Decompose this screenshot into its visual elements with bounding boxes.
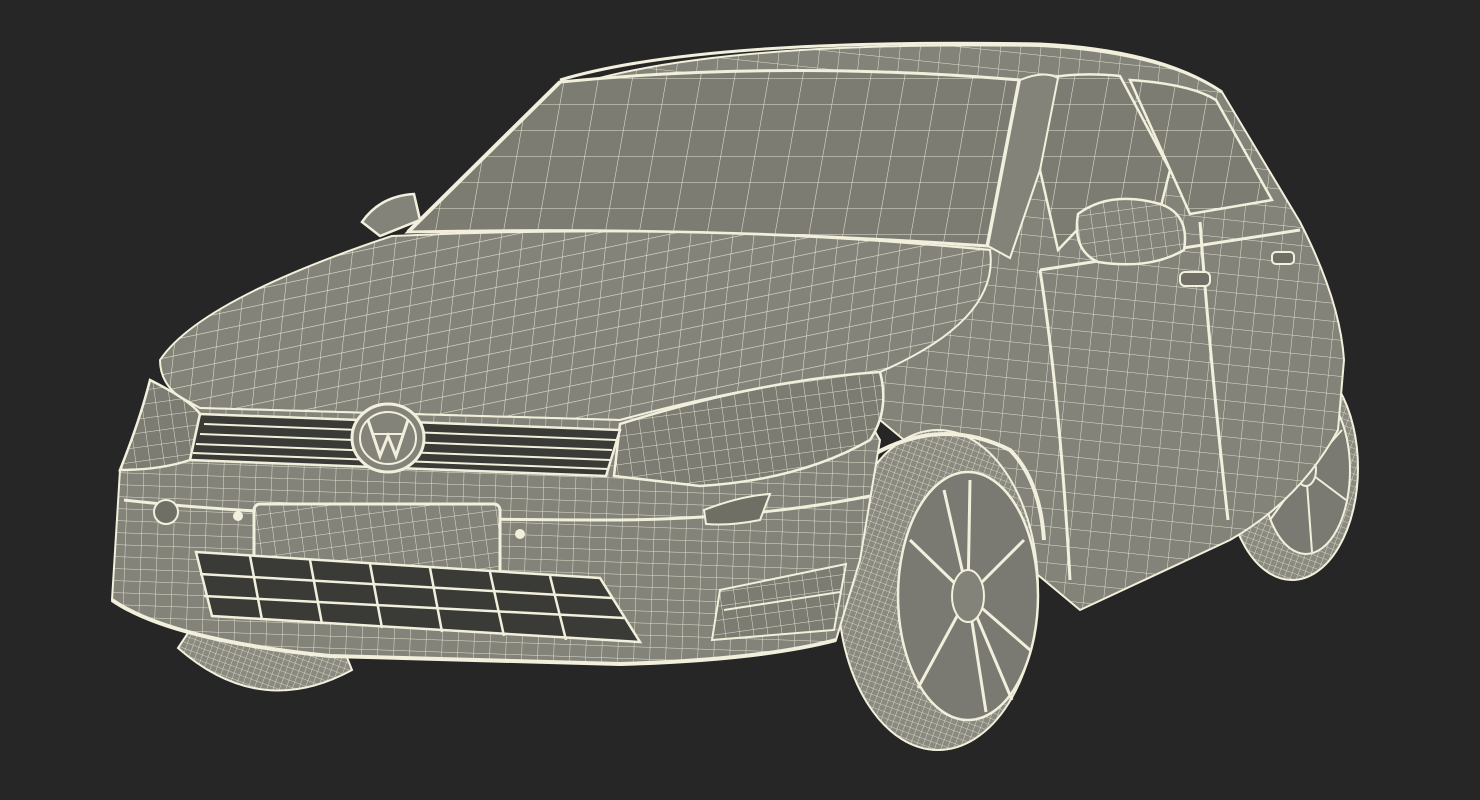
render-viewport xyxy=(0,0,1480,800)
windshield xyxy=(404,68,1023,248)
car-wireframe-scene xyxy=(110,41,1359,751)
side-mirror-right xyxy=(1075,197,1187,266)
brand-emblem xyxy=(350,402,426,474)
